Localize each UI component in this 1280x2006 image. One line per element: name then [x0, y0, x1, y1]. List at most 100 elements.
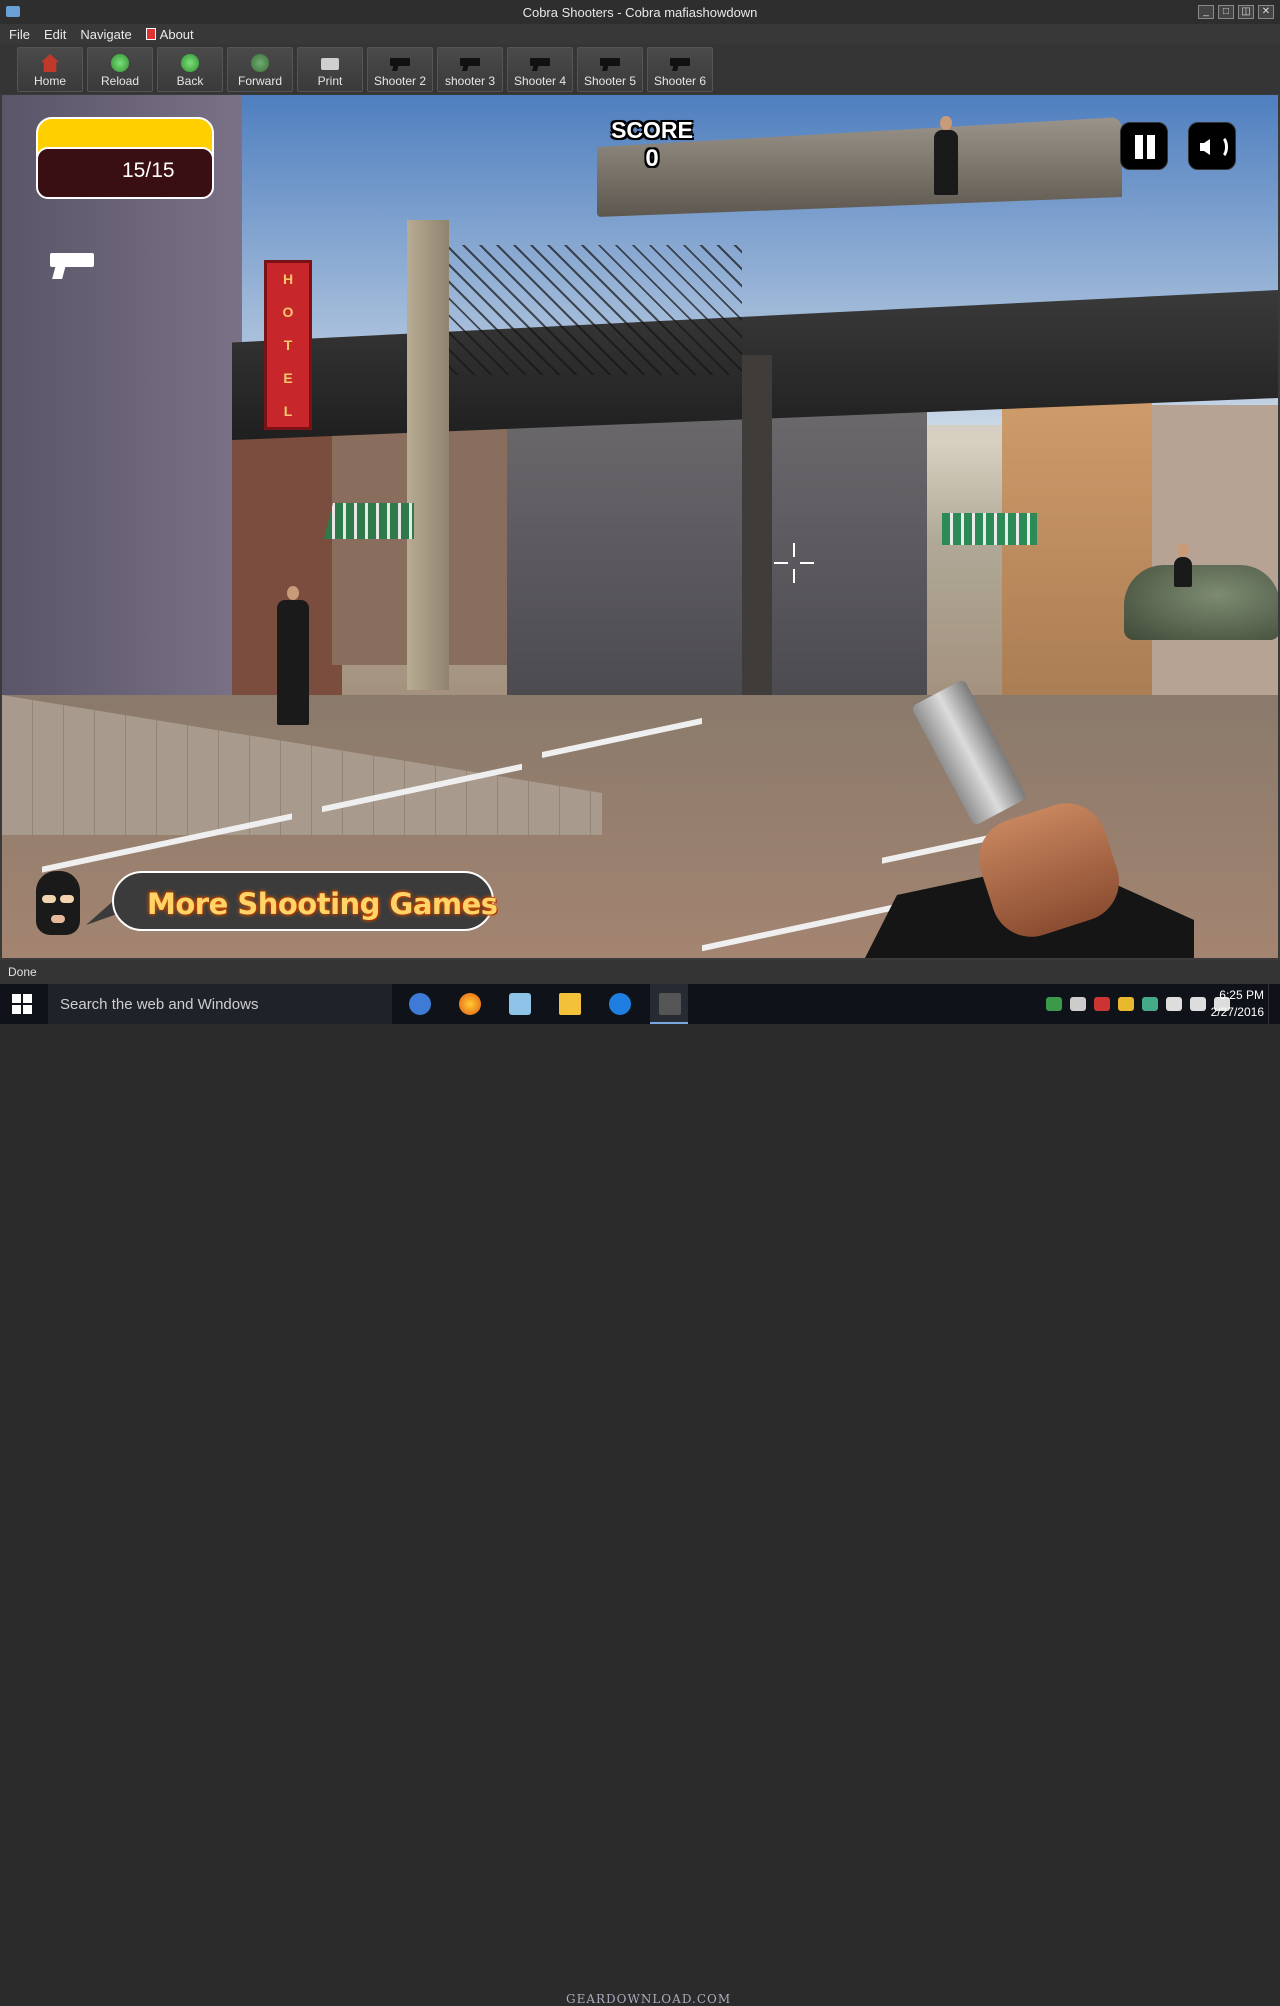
back-arrow-icon — [181, 54, 199, 72]
tray-icon[interactable] — [1046, 997, 1062, 1011]
title-bar: Cobra Shooters - Cobra mafiashowdown _ □… — [0, 0, 1280, 24]
shooter-3-button[interactable]: shooter 3 — [437, 47, 503, 92]
masked-mascot-icon — [36, 871, 80, 935]
gangster-target-train[interactable] — [934, 116, 958, 195]
minimize-button[interactable]: _ — [1198, 5, 1214, 19]
sound-waves-icon — [1212, 135, 1228, 159]
menu-file[interactable]: File — [9, 27, 30, 42]
pause-icon — [1147, 135, 1155, 159]
sound-button[interactable] — [1188, 122, 1236, 170]
menu-navigate[interactable]: Navigate — [80, 27, 131, 42]
shooter-4-button[interactable]: Shooter 4 — [507, 47, 573, 92]
speaker-icon — [1200, 139, 1210, 155]
hotel-letter: E — [283, 369, 293, 386]
cobra-shooters-taskbar-icon[interactable] — [650, 984, 688, 1024]
crosshair-icon — [774, 543, 814, 583]
reload-button[interactable]: Reload — [87, 47, 153, 92]
shooter-4-label: Shooter 4 — [513, 74, 567, 88]
hotel-sign: H O T E L — [264, 260, 312, 430]
pistol-icon — [390, 58, 410, 66]
pistol-icon — [460, 58, 480, 66]
tray-icon[interactable] — [1118, 997, 1134, 1011]
gangster-head — [1177, 543, 1189, 557]
score-value: 0 — [645, 145, 659, 172]
bridge-pillar — [407, 220, 449, 690]
pause-button[interactable] — [1120, 122, 1168, 170]
pistol-icon — [50, 253, 94, 267]
building-far-right — [1152, 405, 1278, 705]
hotel-letter: H — [282, 271, 294, 288]
gangster-target-car[interactable] — [1174, 543, 1192, 587]
mascot-eye — [60, 895, 74, 903]
menu-edit[interactable]: Edit — [44, 27, 66, 42]
reload-label: Reload — [100, 74, 140, 88]
game-canvas[interactable]: H O T E L 15/15 SCORE 0 More Shooting Ga… — [2, 95, 1278, 958]
reload-icon — [111, 54, 129, 72]
taskbar: Search the web and Windows GEARDOWNLOAD.… — [0, 984, 1280, 2006]
mascot-eye — [42, 895, 56, 903]
mascot-mouth — [51, 915, 65, 923]
taskbar-apps — [400, 984, 688, 1024]
shooter-5-button[interactable]: Shooter 5 — [577, 47, 643, 92]
printer-icon — [321, 58, 339, 70]
forward-arrow-icon — [251, 54, 269, 72]
forward-button[interactable]: Forward — [227, 47, 293, 92]
green-awning — [942, 513, 1037, 545]
home-icon — [41, 54, 59, 72]
taskbar-app-icon[interactable] — [500, 984, 538, 1024]
menu-about-label: About — [159, 26, 194, 42]
about-icon — [145, 28, 156, 40]
bridge-truss — [442, 245, 742, 375]
revolver — [910, 678, 1028, 827]
hotel-letter: T — [283, 336, 293, 353]
gangster-target[interactable] — [277, 586, 309, 725]
edge-icon[interactable] — [600, 984, 638, 1024]
cloud-icon[interactable] — [1070, 997, 1086, 1011]
home-button[interactable]: Home — [17, 47, 83, 92]
network-icon[interactable] — [1166, 997, 1182, 1011]
gangster-head — [287, 586, 299, 600]
shooter-6-button[interactable]: Shooter 6 — [647, 47, 713, 92]
building-gray — [507, 395, 927, 695]
shooter-3-label: shooter 3 — [444, 74, 496, 88]
pistol-icon — [600, 58, 620, 66]
shooter-5-label: Shooter 5 — [583, 74, 637, 88]
shooter-2-button[interactable]: Shooter 2 — [367, 47, 433, 92]
clock[interactable]: 6:25 PM 2/27/2016 — [1211, 987, 1264, 1021]
bridge-pillar-dark — [742, 355, 772, 695]
score-label: SCORE — [611, 117, 693, 143]
tray-icon[interactable] — [1094, 997, 1110, 1011]
close-button[interactable]: ✕ — [1258, 5, 1274, 19]
shooter-2-label: Shooter 2 — [373, 74, 427, 88]
vintage-car — [1124, 565, 1278, 640]
system-tray — [1046, 984, 1230, 1024]
back-button[interactable]: Back — [157, 47, 223, 92]
firefox-icon[interactable] — [450, 984, 488, 1024]
taskbar-app-icon[interactable] — [400, 984, 438, 1024]
more-shooting-games-link[interactable]: More Shooting Games — [147, 887, 498, 921]
window-title: Cobra Shooters - Cobra mafiashowdown — [522, 5, 758, 20]
restore-button[interactable]: ◫ — [1238, 5, 1254, 19]
windows-start-icon[interactable] — [12, 994, 32, 1014]
menu-about[interactable]: About — [145, 26, 194, 42]
shooter-6-label: Shooter 6 — [653, 74, 707, 88]
tray-icon[interactable] — [1142, 997, 1158, 1011]
hotel-letter: O — [282, 304, 294, 321]
watermark-text: GEARDOWNLOAD.COM — [566, 1992, 732, 2006]
app-window: Cobra Shooters - Cobra mafiashowdown _ □… — [0, 0, 1280, 984]
taskbar-search[interactable]: Search the web and Windows — [48, 984, 392, 1024]
gangster-head — [940, 116, 952, 130]
maximize-button[interactable]: □ — [1218, 5, 1234, 19]
home-label: Home — [33, 74, 66, 88]
volume-icon[interactable] — [1190, 997, 1206, 1011]
pause-icon — [1135, 135, 1143, 159]
print-button[interactable]: Print — [297, 47, 363, 92]
ammo-count: 15/15 — [122, 159, 175, 182]
show-desktop-button[interactable] — [1268, 984, 1280, 1024]
clock-date: 2/27/2016 — [1210, 1005, 1264, 1019]
toolbar: Home Reload Back Forward Print Shooter 2… — [0, 44, 1280, 94]
menu-bar: File Edit Navigate About — [0, 24, 1280, 44]
forward-label: Forward — [237, 74, 282, 88]
player-revolver — [864, 670, 1194, 958]
file-explorer-icon[interactable] — [550, 984, 588, 1024]
